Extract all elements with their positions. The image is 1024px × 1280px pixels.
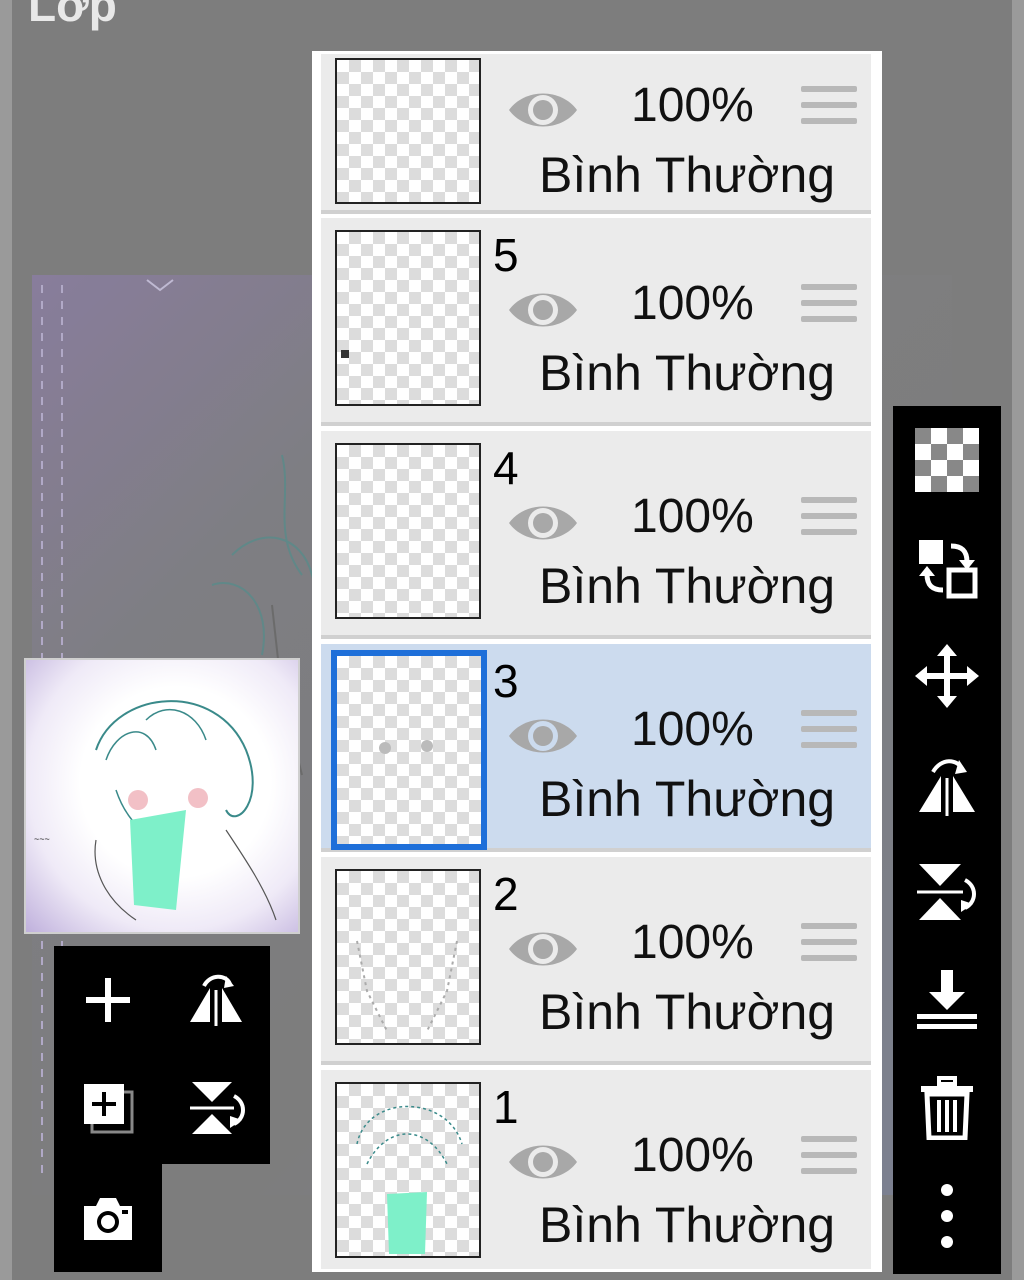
copy-layer-button[interactable] [58, 1058, 158, 1158]
move-button[interactable] [893, 626, 1001, 726]
layer-thumbnail-content [341, 350, 349, 358]
layer-thumbnail-content [356, 940, 458, 1032]
layer-thumbnail[interactable] [335, 58, 481, 204]
flip-vertical-icon [190, 1082, 245, 1134]
svg-text:~~~: ~~~ [34, 834, 50, 844]
layer-blend-mode[interactable]: Bình Thường [539, 344, 835, 402]
flip-vertical-button[interactable] [166, 1058, 266, 1158]
layer-number: 3 [493, 655, 519, 707]
layer-opacity[interactable]: 100% [631, 915, 754, 970]
layer-number: 2 [493, 868, 519, 920]
layer-opacity[interactable]: 100% [631, 1128, 754, 1183]
transparency-button[interactable] [893, 410, 1001, 510]
right-toolbar [893, 406, 1001, 1274]
layer-list[interactable]: 100% Bình Thường 5 100% Bình Thường 4 10… [312, 51, 882, 1272]
layer-row-top[interactable]: 100% Bình Thường [321, 54, 871, 214]
layer-thumbnail-content [356, 1105, 463, 1254]
layer-number: 1 [493, 1081, 519, 1133]
visibility-eye-icon[interactable] [505, 710, 581, 762]
layer-opacity[interactable]: 100% [631, 276, 754, 331]
flip-vertical-button[interactable] [893, 842, 1001, 942]
visibility-eye-icon[interactable] [505, 923, 581, 975]
layer-thumbnail[interactable] [335, 869, 481, 1045]
flip-vertical-icon [917, 864, 976, 920]
frame-right [1012, 0, 1024, 1280]
frame-left [0, 0, 12, 1280]
layer-opacity[interactable]: 100% [631, 702, 754, 757]
canvas-preview[interactable]: ~~~ [24, 658, 300, 934]
add-layer-button[interactable] [58, 950, 158, 1050]
visibility-eye-icon[interactable] [505, 1136, 581, 1188]
visibility-eye-icon[interactable] [505, 497, 581, 549]
drag-handle-icon[interactable] [801, 710, 857, 758]
layer-blend-mode[interactable]: Bình Thường [539, 1196, 835, 1254]
layer-row-3[interactable]: 3 100% Bình Thường [321, 644, 871, 852]
add-copy-layer-icon [84, 1084, 134, 1134]
visibility-eye-icon[interactable] [505, 84, 581, 136]
layer-thumbnail[interactable] [335, 443, 481, 619]
visibility-eye-icon[interactable] [505, 284, 581, 336]
more-icon [941, 1184, 953, 1248]
camera-icon [84, 1198, 132, 1240]
drag-handle-icon[interactable] [801, 86, 857, 134]
left-toolbar-extension [54, 1164, 162, 1272]
move-icon [915, 644, 979, 708]
flip-horizontal-button[interactable] [166, 950, 266, 1050]
flip-horizontal-icon [190, 974, 242, 1026]
flip-horizontal-icon [919, 759, 975, 816]
panel-title: Lớp [28, 0, 117, 31]
layer-thumbnail[interactable] [335, 230, 481, 406]
layer-number: 4 [493, 442, 519, 494]
more-options-button[interactable] [893, 1166, 1001, 1266]
drag-handle-icon[interactable] [801, 1136, 857, 1184]
layer-row-1[interactable]: 1 100% Bình Thường [321, 1070, 871, 1269]
layer-blend-mode[interactable]: Bình Thường [539, 983, 835, 1041]
layer-opacity[interactable]: 100% [631, 78, 754, 133]
left-toolbar [54, 946, 270, 1164]
trash-icon [921, 1076, 973, 1140]
layer-row-4[interactable]: 4 100% Bình Thường [321, 431, 871, 639]
merge-down-button[interactable] [893, 950, 1001, 1050]
layer-row-2[interactable]: 2 100% Bình Thường [321, 857, 871, 1065]
layer-blend-mode[interactable]: Bình Thường [539, 770, 835, 828]
add-layer-icon [86, 978, 130, 1022]
layer-thumbnail-content [379, 740, 433, 754]
layer-opacity[interactable]: 100% [631, 489, 754, 544]
drag-handle-icon[interactable] [801, 284, 857, 332]
swap-layer-icon [919, 540, 978, 599]
delete-layer-button[interactable] [893, 1058, 1001, 1158]
layer-thumbnail[interactable] [331, 650, 487, 850]
swap-layer-button[interactable] [893, 518, 1001, 618]
drag-handle-icon[interactable] [801, 923, 857, 971]
merge-down-icon [917, 970, 977, 1029]
layer-thumbnail[interactable] [335, 1082, 481, 1258]
preview-artwork: ~~~ [34, 700, 277, 921]
layer-row-5[interactable]: 5 100% Bình Thường [321, 218, 871, 426]
layer-number: 5 [493, 229, 519, 281]
drag-handle-icon[interactable] [801, 497, 857, 545]
layer-blend-mode[interactable]: Bình Thường [539, 557, 835, 615]
layer-blend-mode[interactable]: Bình Thường [539, 146, 835, 204]
transparency-icon [915, 428, 979, 492]
flip-horizontal-button[interactable] [893, 734, 1001, 834]
camera-button[interactable] [58, 1168, 158, 1268]
